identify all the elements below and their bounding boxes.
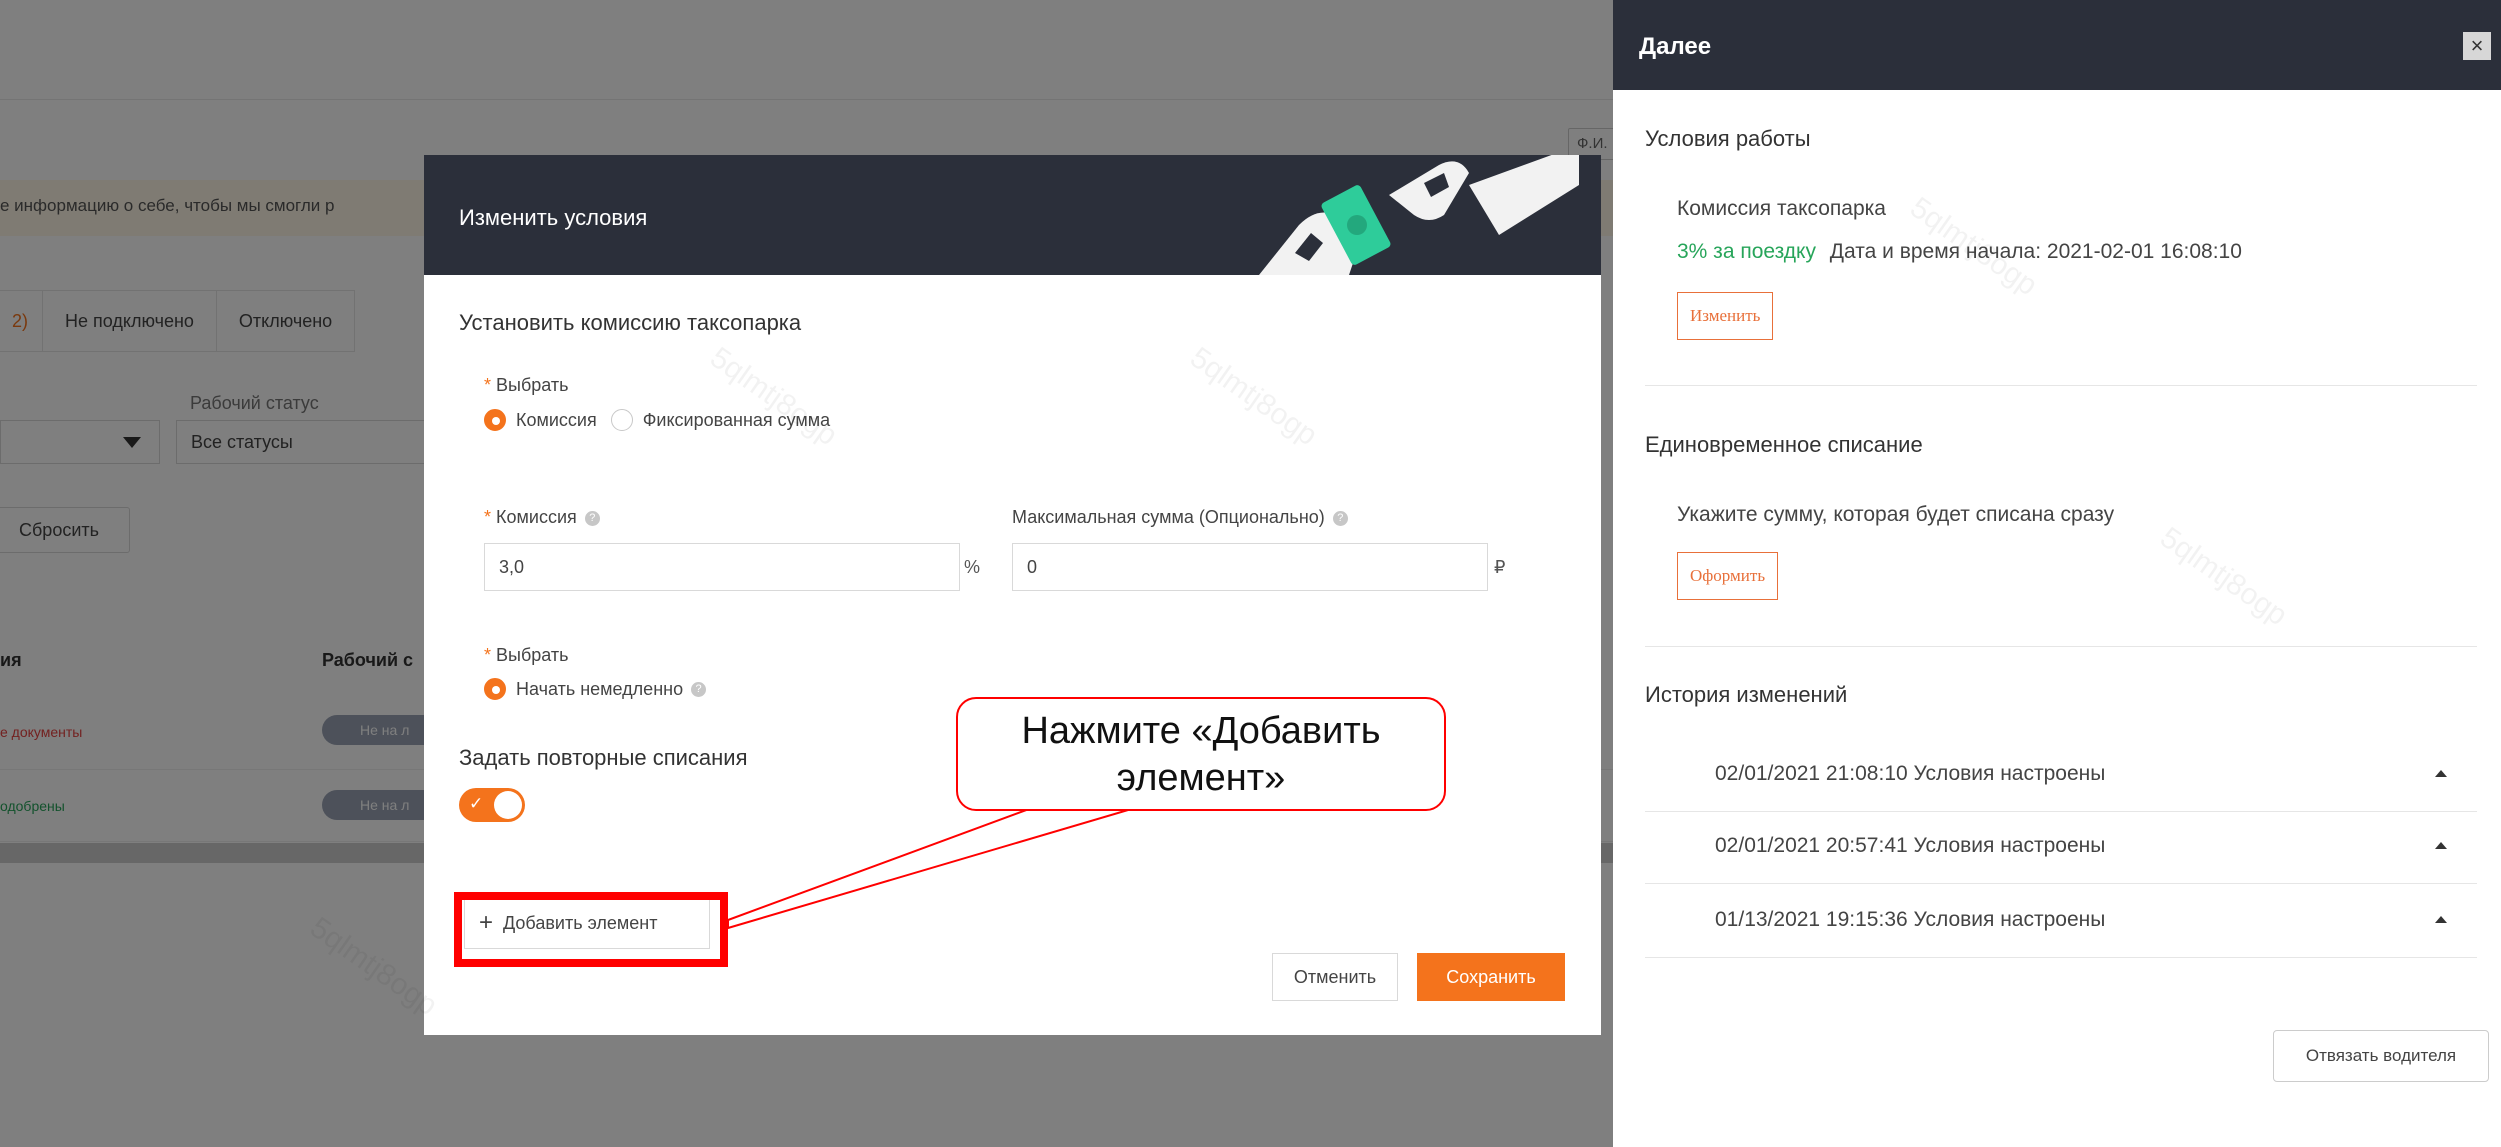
commission-input[interactable]: 3,0	[484, 543, 960, 591]
ruble-suffix: ₽	[1494, 557, 1506, 577]
recurring-toggle[interactable]: ✓	[459, 788, 525, 822]
select-label: * Выбрать	[484, 375, 569, 395]
work-conditions-title: Условия работы	[1645, 126, 1811, 151]
modal-title: Изменить условия	[459, 205, 648, 230]
highlight-box	[454, 892, 728, 967]
help-icon: ?	[1332, 510, 1348, 526]
details-drawer: Далее × Условия работы Комиссия таксопар…	[1613, 0, 2501, 1147]
radio-commission[interactable]	[484, 409, 506, 431]
radio-fixed-amount[interactable]	[610, 409, 633, 431]
commission-details: 3% за поездку Дата и время начала: 2021-…	[1677, 240, 2242, 264]
percent-suffix: %	[964, 557, 981, 577]
issue-button[interactable]: Оформить	[1677, 552, 1779, 600]
recurring-section-title: Задать повторные списания	[459, 745, 748, 770]
caret-up-icon[interactable]	[2435, 770, 2447, 777]
radio-start-now-label: Начать немедленно	[516, 678, 684, 699]
modal-header: Изменить условия	[424, 155, 1601, 275]
history-item[interactable]: 01/13/2021 19:15:36 Условия настроены	[1645, 886, 2477, 958]
close-icon[interactable]: ×	[2463, 32, 2491, 60]
help-icon: ?	[584, 510, 600, 526]
change-button[interactable]: Изменить	[1677, 292, 1774, 340]
history-title: История изменений	[1645, 682, 1848, 707]
drawer-header: Далее ×	[1613, 0, 2501, 90]
one-time-charge-hint: Укажите сумму, которая будет списана сра…	[1677, 503, 2115, 526]
one-time-charge-title: Единовременное списание	[1645, 432, 1923, 457]
start-select-label: * Выбрать	[484, 645, 569, 665]
handshake-money-icon	[1259, 155, 1579, 275]
radio-commission-label: Комиссия	[516, 409, 597, 430]
history-item[interactable]: 02/01/2021 20:57:41 Условия настроены	[1645, 812, 2477, 884]
commission-rate: 3% за поездку	[1677, 240, 1816, 263]
history-item[interactable]: 02/01/2021 21:08:10 Условия настроены	[1645, 740, 2477, 812]
commission-section-title: Установить комиссию таксопарка	[459, 310, 802, 335]
commission-type-radio-group: Комиссия Фиксированная сумма	[484, 409, 830, 431]
start-datetime: Дата и время начала: 2021-02-01 16:08:10	[1829, 240, 2242, 263]
cancel-button[interactable]: Отменить	[1272, 953, 1398, 1001]
caret-up-icon[interactable]	[2435, 916, 2447, 923]
callout-line-1: Нажмите «Добавить	[1021, 710, 1381, 752]
radio-start-now[interactable]	[484, 678, 506, 700]
caret-up-icon[interactable]	[2435, 842, 2447, 849]
max-sum-input[interactable]: 0	[1012, 543, 1488, 591]
instruction-callout: Нажмите «Добавить элемент»	[956, 697, 1446, 811]
fleet-commission-label: Комиссия таксопарка	[1677, 197, 1886, 220]
drawer-title: Далее	[1639, 33, 1712, 60]
save-button[interactable]: Сохранить	[1417, 953, 1565, 1001]
help-icon: ?	[691, 681, 707, 697]
callout-line-2: элемент»	[1116, 757, 1286, 799]
start-radio-group: Начать немедленно ?	[484, 678, 707, 700]
check-icon: ✓	[469, 794, 484, 813]
radio-fixed-amount-label: Фиксированная сумма	[642, 409, 831, 430]
commission-label: * Комиссия?	[484, 507, 600, 528]
unbind-driver-button[interactable]: Отвязать водителя	[2273, 1030, 2489, 1082]
max-sum-label: Максимальная сумма (Опционально)?	[1012, 507, 1348, 528]
